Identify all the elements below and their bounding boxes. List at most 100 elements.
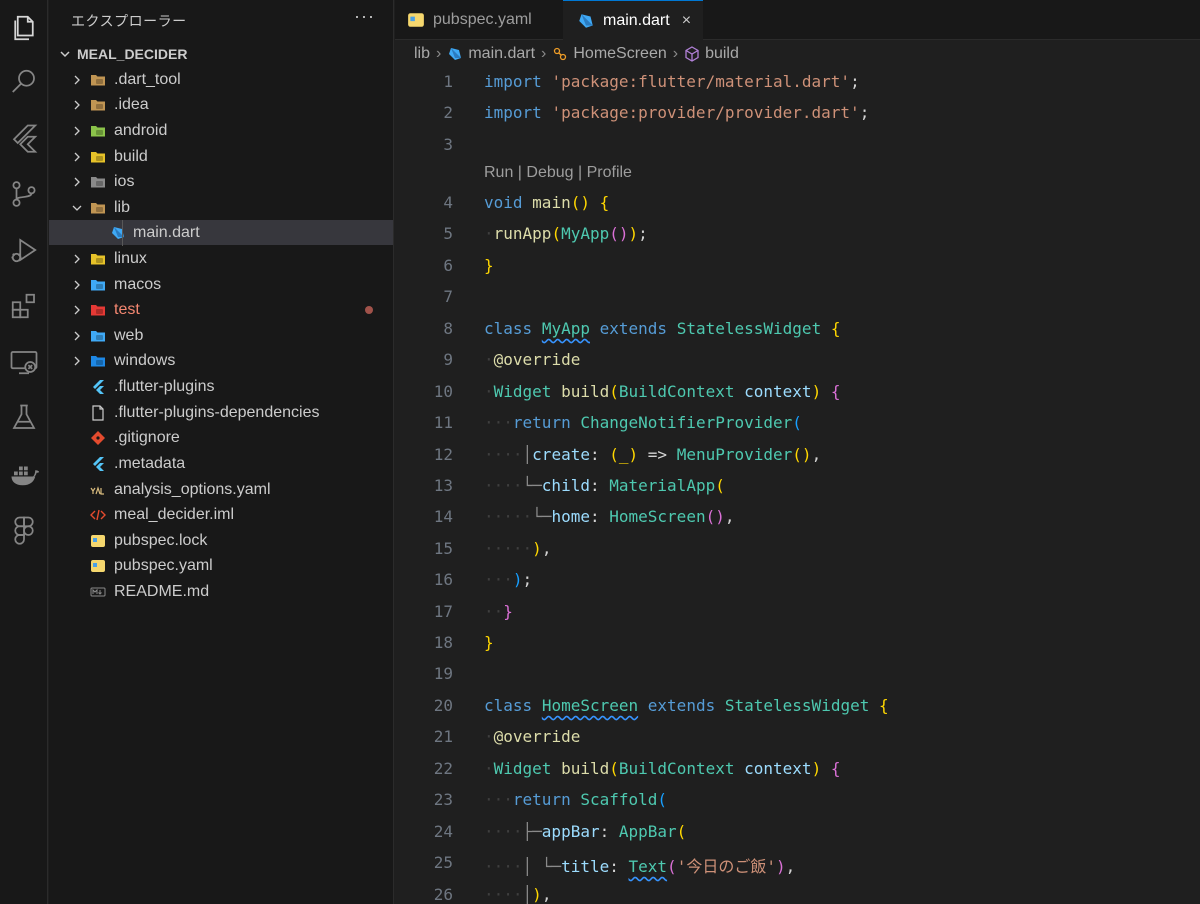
explorer-item-label: analysis_options.yaml (114, 480, 271, 498)
more-actions-icon[interactable]: ··· (354, 6, 375, 27)
explorer-item-label: linux (114, 249, 147, 267)
extensions-icon[interactable] (6, 288, 42, 324)
code-line-10: ·Widget build(BuildContext context) { (484, 382, 841, 401)
chevron-down-icon (72, 205, 82, 211)
chevron-right-icon: › (672, 45, 679, 62)
explorer-item-label: README.md (114, 582, 210, 600)
folder-lib-icon (91, 202, 105, 213)
code-line-26: ····│), (484, 885, 552, 904)
explorer-item-label: .flutter-plugins (114, 377, 215, 395)
explorer-item-dart-tool[interactable]: .dart_tool (49, 67, 393, 92)
pubspec-lock-icon (91, 534, 105, 547)
explorer-item-metadata[interactable]: .metadata (49, 451, 393, 476)
explorer-item-readme-md[interactable]: README.md (49, 579, 393, 604)
explorer-item-pubspec-lock[interactable]: pubspec.lock (49, 528, 393, 553)
line-number: 16 (433, 570, 453, 589)
activity-bar (0, 0, 48, 904)
explorer-item-macos[interactable]: macos (49, 272, 393, 297)
explorer-item-label: ios (114, 172, 135, 190)
breadcrumb-main-dart[interactable]: main.dart (468, 45, 535, 63)
dart-file-icon (112, 226, 124, 239)
line-number: 7 (443, 287, 453, 306)
dart-file-icon (449, 48, 462, 60)
explorer-item-label: build (114, 147, 148, 165)
line-number: 24 (433, 822, 453, 841)
explorer-item-android[interactable]: android (49, 118, 393, 143)
code-line-9: ·@override (484, 350, 581, 369)
explorer-item-web[interactable]: web (49, 323, 393, 348)
line-number: 19 (433, 664, 453, 683)
explorer-item-label: macos (114, 275, 162, 293)
explorer-item-gitignore[interactable]: .gitignore (49, 425, 393, 450)
breadcrumb-lib[interactable]: lib (414, 45, 430, 63)
explorer-item-flutter-plugins[interactable]: .flutter-plugins (49, 374, 393, 399)
project-folder[interactable]: MEAL_DECIDER (57, 44, 187, 64)
explorer-item-linux[interactable]: linux (49, 246, 393, 271)
run-debug-icon[interactable] (6, 232, 42, 268)
code-line-6: } (484, 256, 494, 275)
search-icon[interactable] (6, 64, 42, 100)
xml-file-icon (90, 509, 106, 520)
testing-icon[interactable] (6, 400, 42, 436)
explorer-item-flutter-plugins-dependencies[interactable]: .flutter-plugins-dependencies (49, 400, 393, 425)
explorer-item-meal-decider-iml[interactable]: meal_decider.iml (49, 502, 393, 527)
line-number: 12 (433, 445, 453, 464)
code-line-13: ····└─child: MaterialApp( (484, 476, 725, 495)
chevron-right-icon (74, 100, 80, 109)
explorer-item-build[interactable]: build (49, 144, 393, 169)
docker-icon[interactable] (6, 456, 42, 492)
source-control-icon[interactable] (6, 176, 42, 212)
chevron-right-icon (74, 280, 80, 289)
explorer-item-idea[interactable]: .idea (49, 92, 393, 117)
figma-icon[interactable] (6, 512, 42, 548)
chevron-right-icon (74, 331, 80, 340)
code-line-11: ···return ChangeNotifierProvider( (484, 413, 802, 432)
code-line-18: } (484, 633, 494, 652)
line-number: 9 (443, 350, 453, 369)
code-line-14: ·····└─home: HomeScreen(), (484, 507, 735, 526)
explorer-item-label: .idea (114, 95, 149, 113)
codelens-run-debug-profile[interactable]: Run | Debug | Profile (484, 164, 632, 182)
folder-test-icon (91, 304, 105, 315)
line-number: 21 (433, 727, 453, 746)
tab-main-dart[interactable]: main.dart × (563, 0, 703, 40)
explorer-icon[interactable] (6, 10, 42, 46)
explorer-item-ios[interactable]: ios (49, 169, 393, 194)
explorer-item-test[interactable]: test (49, 297, 393, 322)
flutter-file-icon (93, 379, 104, 394)
tab-pubspec-yaml[interactable]: pubspec.yaml (395, 0, 563, 40)
breadcrumb-homescreen[interactable]: HomeScreen (573, 45, 666, 63)
code-line-22: ·Widget build(BuildContext context) { (484, 759, 841, 778)
remote-explorer-icon[interactable] (6, 344, 42, 380)
git-file-icon (91, 430, 105, 445)
line-number: 13 (433, 476, 453, 495)
explorer-item-label: .dart_tool (114, 70, 181, 88)
code-line-4: void main() { (484, 193, 610, 212)
line-number: 23 (433, 790, 453, 809)
explorer-item-main-dart[interactable]: main.dart (49, 220, 393, 245)
explorer-item-label: .flutter-plugins-dependencies (114, 403, 320, 421)
explorer-item-lib[interactable]: lib (49, 195, 393, 220)
explorer-item-label: .gitignore (114, 428, 180, 446)
method-symbol-icon (685, 46, 699, 62)
flutter-icon[interactable] (6, 120, 42, 156)
explorer-item-label: windows (114, 351, 176, 369)
explorer-item-windows[interactable]: windows (49, 348, 393, 373)
code-line-20: class HomeScreen extends StatelessWidget… (484, 696, 889, 715)
code-editor[interactable]: 1 2 3 4 5 6 7 8 9 10 11 12 13 14 15 16 17 18 19 20 21 22 23 24 2… (395, 66, 1200, 904)
code-line-5: ·runApp(MyApp()); (484, 224, 648, 243)
chevron-down-icon (60, 51, 70, 58)
close-icon[interactable]: × (682, 12, 691, 30)
explorer-item-pubspec-yaml[interactable]: pubspec.yaml (49, 553, 393, 578)
line-number: 11 (433, 413, 453, 432)
folder-android-icon (91, 125, 105, 136)
chevron-right-icon (74, 356, 80, 365)
explorer-item-label: lib (114, 198, 131, 216)
folder-macos-icon (91, 279, 105, 290)
code-line-24: ····├─appBar: AppBar( (484, 822, 687, 841)
line-number: 5 (443, 224, 453, 243)
explorer-item-label: web (114, 326, 144, 344)
breadcrumb-build[interactable]: build (705, 45, 739, 63)
line-number: 15 (433, 539, 453, 558)
explorer-item-analysis-options-yaml[interactable]: analysis_options.yaml (49, 477, 393, 502)
